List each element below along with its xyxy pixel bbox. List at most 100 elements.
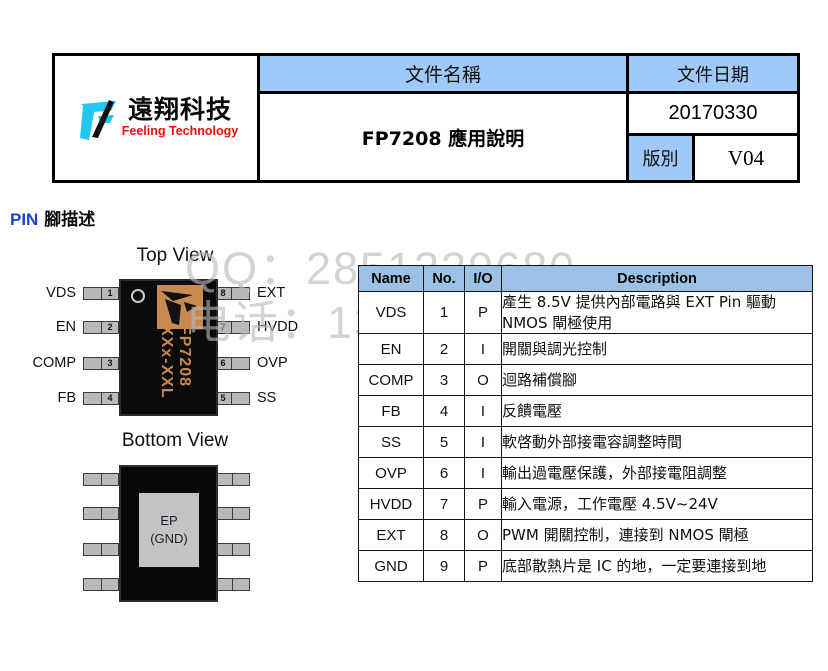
cell-description: PWM 開關控制，連接到 NMOS 閘極 — [501, 519, 813, 552]
cell-no: 6 — [423, 457, 465, 490]
package-body-bottom-view: EP (GND) — [119, 465, 218, 602]
package-pad-left-3 — [83, 543, 119, 556]
cell-io: O — [464, 364, 502, 397]
cell-name: FB — [358, 395, 424, 428]
pin-label-comp: COMP — [32, 355, 77, 371]
cell-name: EN — [358, 333, 424, 366]
cell-name: COMP — [358, 364, 424, 397]
lead-number: 3 — [101, 358, 118, 369]
pad-segment — [101, 474, 118, 485]
lead-outer — [84, 358, 101, 369]
column-header-name: Name — [358, 265, 424, 292]
package-pad-left-4 — [83, 578, 119, 591]
pin1-dot-icon — [131, 289, 145, 303]
cell-description: 軟啓動外部接電容調整時間 — [501, 426, 813, 459]
cell-no: 5 — [423, 426, 465, 459]
company-name-english: Feeling Technology — [121, 124, 239, 139]
cell-no: 8 — [423, 519, 465, 552]
cell-name: HVDD — [358, 488, 424, 521]
pad-segment — [101, 544, 118, 555]
cell-io: P — [464, 550, 502, 583]
column-header-io: I/O — [464, 265, 502, 292]
package-lead-7: 7 — [214, 321, 250, 334]
cell-no: 3 — [423, 364, 465, 397]
package-lead-4: 4 — [83, 392, 119, 405]
section-title-prefix: PIN — [10, 210, 39, 229]
feeling-technology-logo-icon — [78, 94, 120, 142]
cell-io: P — [464, 290, 502, 335]
cell-io: I — [464, 395, 502, 428]
package-pad-right-4 — [214, 578, 250, 591]
pin-label-ovp: OVP — [257, 355, 288, 371]
document-name-cell: 文件名稱 FP7208 應用說明 — [260, 56, 629, 180]
package-pad-left-2 — [83, 507, 119, 520]
exposed-pad-label: EP — [160, 513, 178, 529]
pin-table-header-row: Name No. I/O Description — [358, 265, 813, 292]
document-header-table: 遠翔科技 Feeling Technology 文件名稱 FP7208 應用說明… — [52, 53, 800, 183]
table-row: FB 4 I 反饋電壓 — [358, 395, 813, 428]
pad-segment — [232, 544, 249, 555]
document-name-value: FP7208 應用說明 — [361, 127, 525, 150]
lead-outer — [232, 288, 249, 299]
company-logo: 遠翔科技 Feeling Technology — [74, 94, 238, 142]
lead-outer — [84, 288, 101, 299]
pin-table-body: VDS 1 P 產生 8.5V 提供內部電路與 EXT Pin 驅動 NMOS … — [358, 290, 813, 583]
package-marking-line-1: FP7208 — [176, 325, 193, 388]
document-version-label: 版別 — [629, 136, 695, 180]
lead-outer — [232, 358, 249, 369]
company-logo-cell: 遠翔科技 Feeling Technology — [55, 56, 260, 180]
package-lead-5: 5 — [214, 392, 250, 405]
cell-io: I — [464, 457, 502, 490]
package-lead-2: 2 — [83, 321, 119, 334]
package-marking-line-2: XXx-XXL — [158, 325, 175, 399]
document-date-label: 文件日期 — [629, 56, 797, 94]
cell-name: EXT — [358, 519, 424, 552]
package-pad-left-1 — [83, 473, 119, 486]
cell-description: 開關與調光控制 — [501, 333, 813, 366]
cell-no: 9 — [423, 550, 465, 583]
cell-no: 2 — [423, 333, 465, 366]
lead-number: 1 — [101, 288, 118, 299]
table-row: HVDD 7 P 輸入電源，工作電壓 4.5V~24V — [358, 488, 813, 521]
cell-io: P — [464, 488, 502, 521]
package-diagram-area: Top View 1 2 3 4 8 7 6 5 VDS EN COMP FB … — [0, 240, 350, 602]
pin-label-ss: SS — [257, 390, 277, 406]
lead-outer — [84, 322, 101, 333]
table-row: EN 2 I 開關與調光控制 — [358, 333, 813, 366]
pin-label-ext: EXT — [257, 285, 286, 301]
exposed-pad: EP (GND) — [139, 493, 199, 567]
table-row: OVP 6 I 輸出過電壓保護，外部接電阻調整 — [358, 457, 813, 490]
pad-segment — [84, 579, 101, 590]
column-header-no: No. — [423, 265, 465, 292]
package-pad-right-1 — [214, 473, 250, 486]
package-pad-right-2 — [214, 507, 250, 520]
column-header-description: Description — [501, 265, 813, 292]
pad-segment — [101, 508, 118, 519]
document-date-version-cell: 文件日期 20170330 版別 V04 — [629, 56, 797, 180]
pad-segment — [232, 508, 249, 519]
table-row: COMP 3 O 迴路補償腳 — [358, 364, 813, 397]
cell-name: OVP — [358, 457, 424, 490]
pad-segment — [232, 579, 249, 590]
cell-no: 1 — [423, 290, 465, 335]
pad-segment — [101, 579, 118, 590]
table-row: VDS 1 P 產生 8.5V 提供內部電路與 EXT Pin 驅動 NMOS … — [358, 290, 813, 335]
lead-number: 2 — [101, 322, 118, 333]
package-lead-6: 6 — [214, 357, 250, 370]
pad-segment — [84, 508, 101, 519]
pin-label-en: EN — [55, 319, 76, 335]
cell-no: 7 — [423, 488, 465, 521]
cell-description: 迴路補償腳 — [501, 364, 813, 397]
top-view-label: Top View — [136, 245, 214, 266]
pin-label-hvdd: HVDD — [257, 319, 299, 335]
table-row: SS 5 I 軟啓動外部接電容調整時間 — [358, 426, 813, 459]
section-title-suffix: 腳描述 — [38, 210, 96, 230]
package-lead-1: 1 — [83, 287, 119, 300]
cell-description: 輸出過電壓保護，外部接電阻調整 — [501, 457, 813, 490]
cell-description: 底部散熱片是 IC 的地，一定要連接到地 — [501, 550, 813, 583]
pad-segment — [232, 474, 249, 485]
package-logo-icon — [157, 285, 203, 329]
logo-text-block: 遠翔科技 Feeling Technology — [121, 96, 239, 139]
document-date-value: 20170330 — [629, 94, 797, 136]
exposed-pad-sublabel: (GND) — [150, 531, 188, 546]
